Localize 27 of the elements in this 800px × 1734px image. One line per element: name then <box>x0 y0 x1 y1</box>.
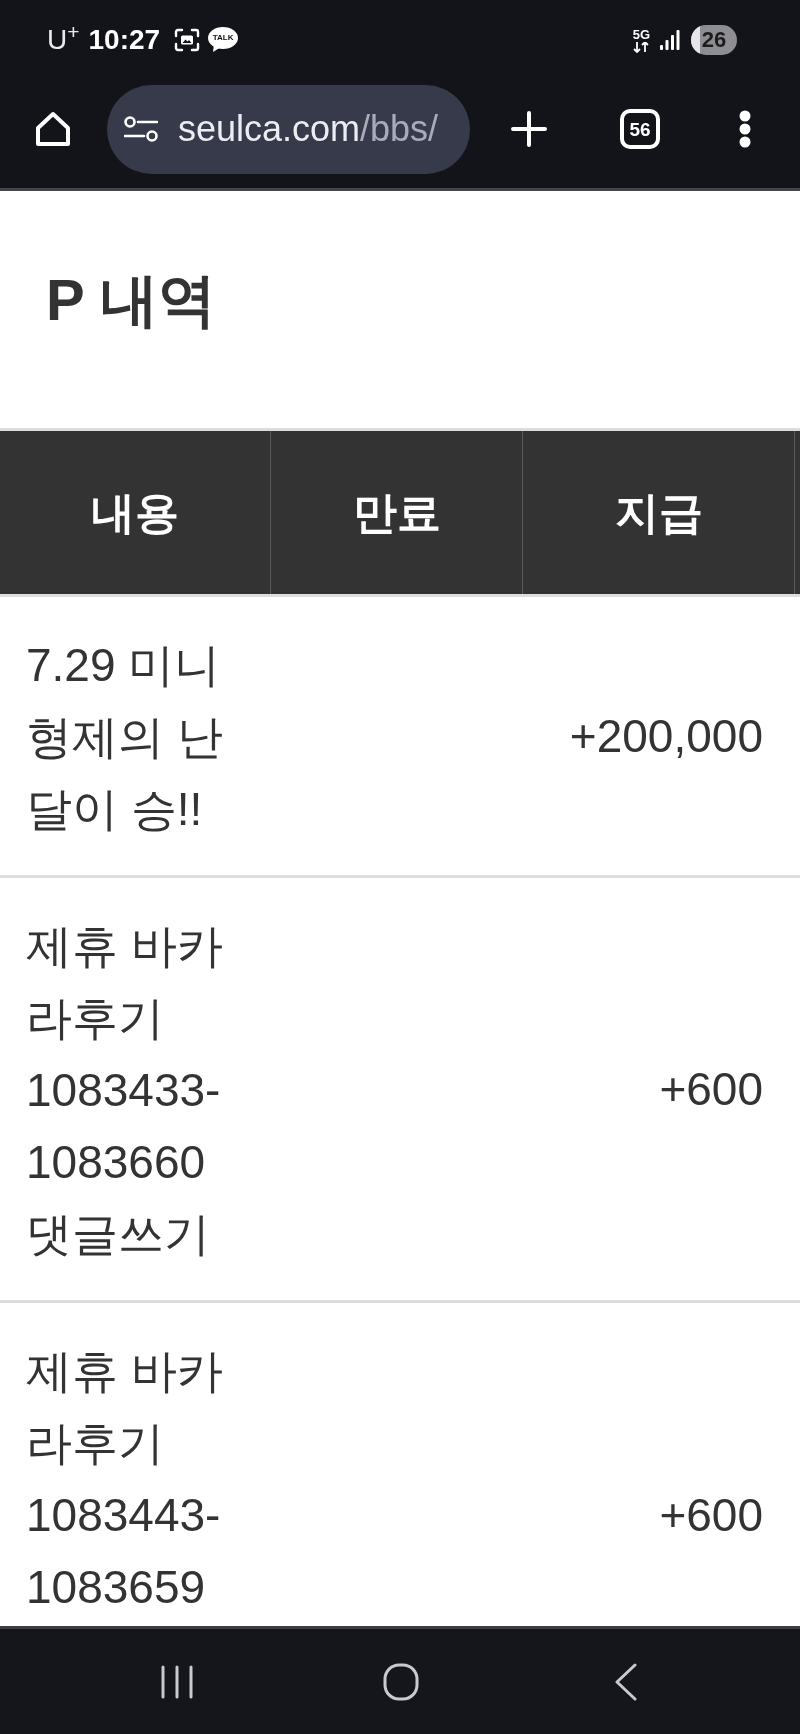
image-frame-icon <box>174 28 201 52</box>
tab-count-button[interactable]: 56 <box>620 109 660 149</box>
content-text: 제휴 바카라후기 1083443-1083659 <box>26 1344 224 1615</box>
network-type-label: 5G <box>632 27 650 42</box>
page-title: P 내역 <box>46 266 216 334</box>
data-arrows-icon <box>633 41 650 53</box>
vertical-dots-icon[interactable] <box>739 110 751 148</box>
url-text[interactable]: seulca.com/bbs/ <box>178 111 439 147</box>
amount-text: +600 <box>659 1488 763 1543</box>
battery-indicator: 26 <box>691 25 737 55</box>
amount-text: +200,000 <box>569 709 763 764</box>
three-lines-icon[interactable] <box>160 1664 194 1699</box>
signal-icon <box>660 30 680 50</box>
content-text: 제휴 바카라후기 1083433-1083660 댓글쓰기 <box>26 919 224 1262</box>
amount-text: +600 <box>659 1062 763 1117</box>
carrier-label: U$^{+}$ <box>47 26 80 54</box>
rounded-square-icon[interactable] <box>383 1662 419 1701</box>
column-header: 지급 <box>523 431 795 594</box>
status-time: 10:27 <box>88 26 161 54</box>
address-bar[interactable]: seulca.com/bbs/ <box>107 84 470 174</box>
column-header: 내용 <box>0 431 271 594</box>
content-text: 7.29 미니 형제의 난 달이 승!! <box>26 638 224 837</box>
chevron-left-icon[interactable] <box>614 1662 638 1701</box>
column-header: 만료 <box>271 431 523 594</box>
plus-icon[interactable] <box>511 111 547 147</box>
sliders-icon[interactable] <box>124 116 158 142</box>
home-icon[interactable] <box>33 109 73 149</box>
